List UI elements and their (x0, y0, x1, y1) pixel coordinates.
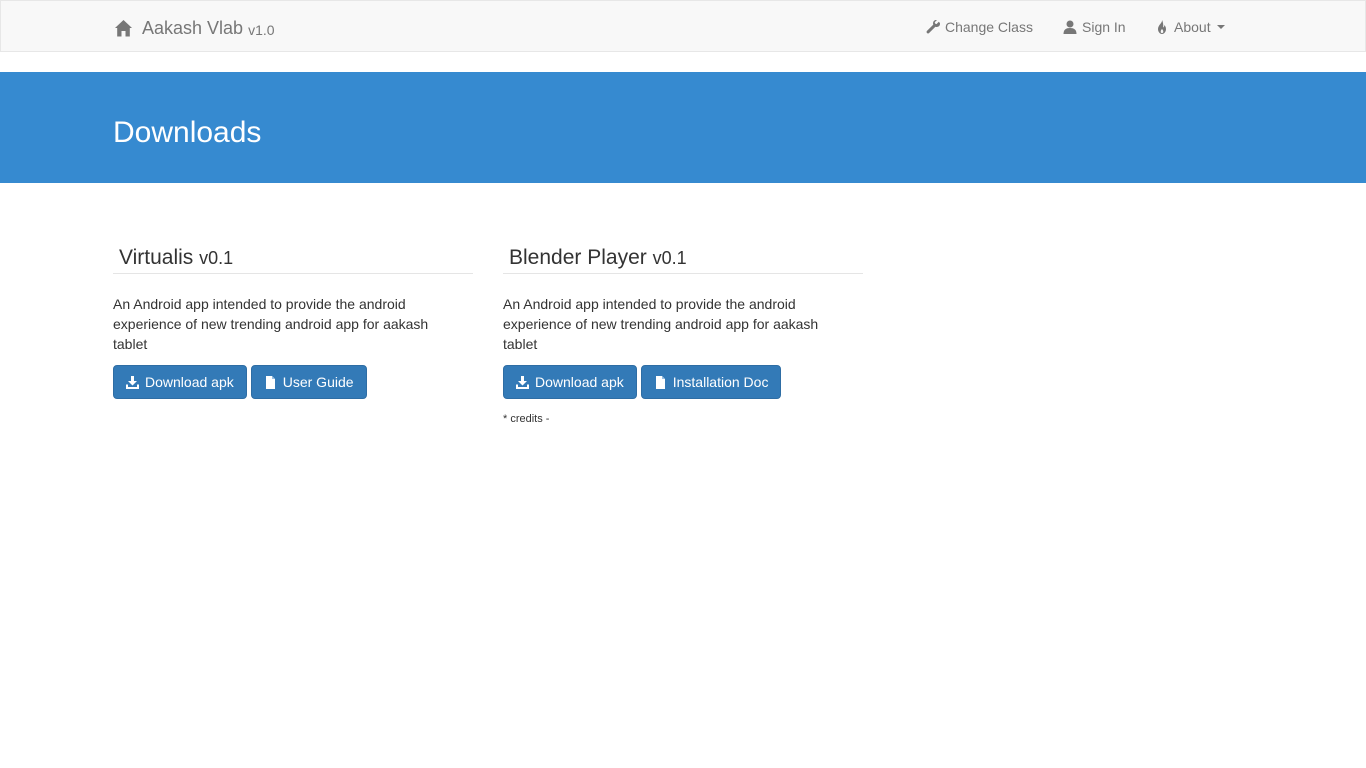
app-button-row: Download apk User Guide (113, 365, 473, 399)
home-icon (114, 19, 133, 38)
download-icon (126, 375, 139, 389)
app-name: Blender Player (509, 246, 647, 269)
installation-doc-button[interactable]: Installation Doc (640, 365, 782, 399)
app-version: v0.1 (652, 248, 687, 268)
brand-title: Aakash Vlab (142, 17, 244, 38)
wrench-icon (926, 19, 941, 34)
user-icon (1063, 20, 1077, 34)
app-heading: Blender Player v0.1 (503, 245, 863, 274)
nav-change-class[interactable]: Change Class (926, 17, 1033, 37)
app-description: An Android app intended to provide the a… (113, 296, 429, 352)
app-description: An Android app intended to provide the a… (503, 296, 819, 352)
app-heading: Virtualis v0.1 (113, 245, 473, 274)
app-card-virtualis: Virtualis v0.1 An Android app intended t… (113, 245, 473, 399)
download-apk-button[interactable]: Download apk (503, 365, 637, 399)
user-guide-label: User Guide (282, 374, 354, 390)
app-version: v0.1 (199, 248, 234, 268)
download-apk-button[interactable]: Download apk (113, 365, 247, 399)
nav-sign-in-label: Sign In (1082, 19, 1126, 35)
brand-link[interactable]: Aakash Vlab v1.0 (114, 16, 275, 40)
app-card-blender-player: Blender Player v0.1 An Android app inten… (503, 245, 863, 425)
brand-version: v1.0 (248, 22, 275, 38)
user-guide-button[interactable]: User Guide (250, 365, 367, 399)
download-apk-label: Download apk (535, 374, 624, 390)
nav-sign-in[interactable]: Sign In (1063, 17, 1126, 37)
installation-doc-label: Installation Doc (672, 374, 769, 390)
navbar: Aakash Vlab v1.0 Change Class Sign In Ab… (0, 0, 1366, 52)
file-icon (264, 375, 277, 389)
page-header-banner: Downloads (0, 72, 1366, 183)
fire-icon (1155, 20, 1169, 34)
credits-text: * credits - (503, 413, 550, 425)
nav-change-class-label: Change Class (945, 19, 1033, 35)
file-icon (654, 375, 667, 389)
download-icon (516, 375, 529, 389)
nav-about-dropdown[interactable]: About (1155, 17, 1225, 37)
app-button-row: Download apk Installation Doc (503, 365, 863, 399)
app-name: Virtualis (119, 246, 194, 269)
chevron-down-icon (1216, 25, 1225, 29)
page-title: Downloads (113, 116, 262, 149)
nav-about-label: About (1174, 19, 1211, 35)
download-apk-label: Download apk (145, 374, 234, 390)
